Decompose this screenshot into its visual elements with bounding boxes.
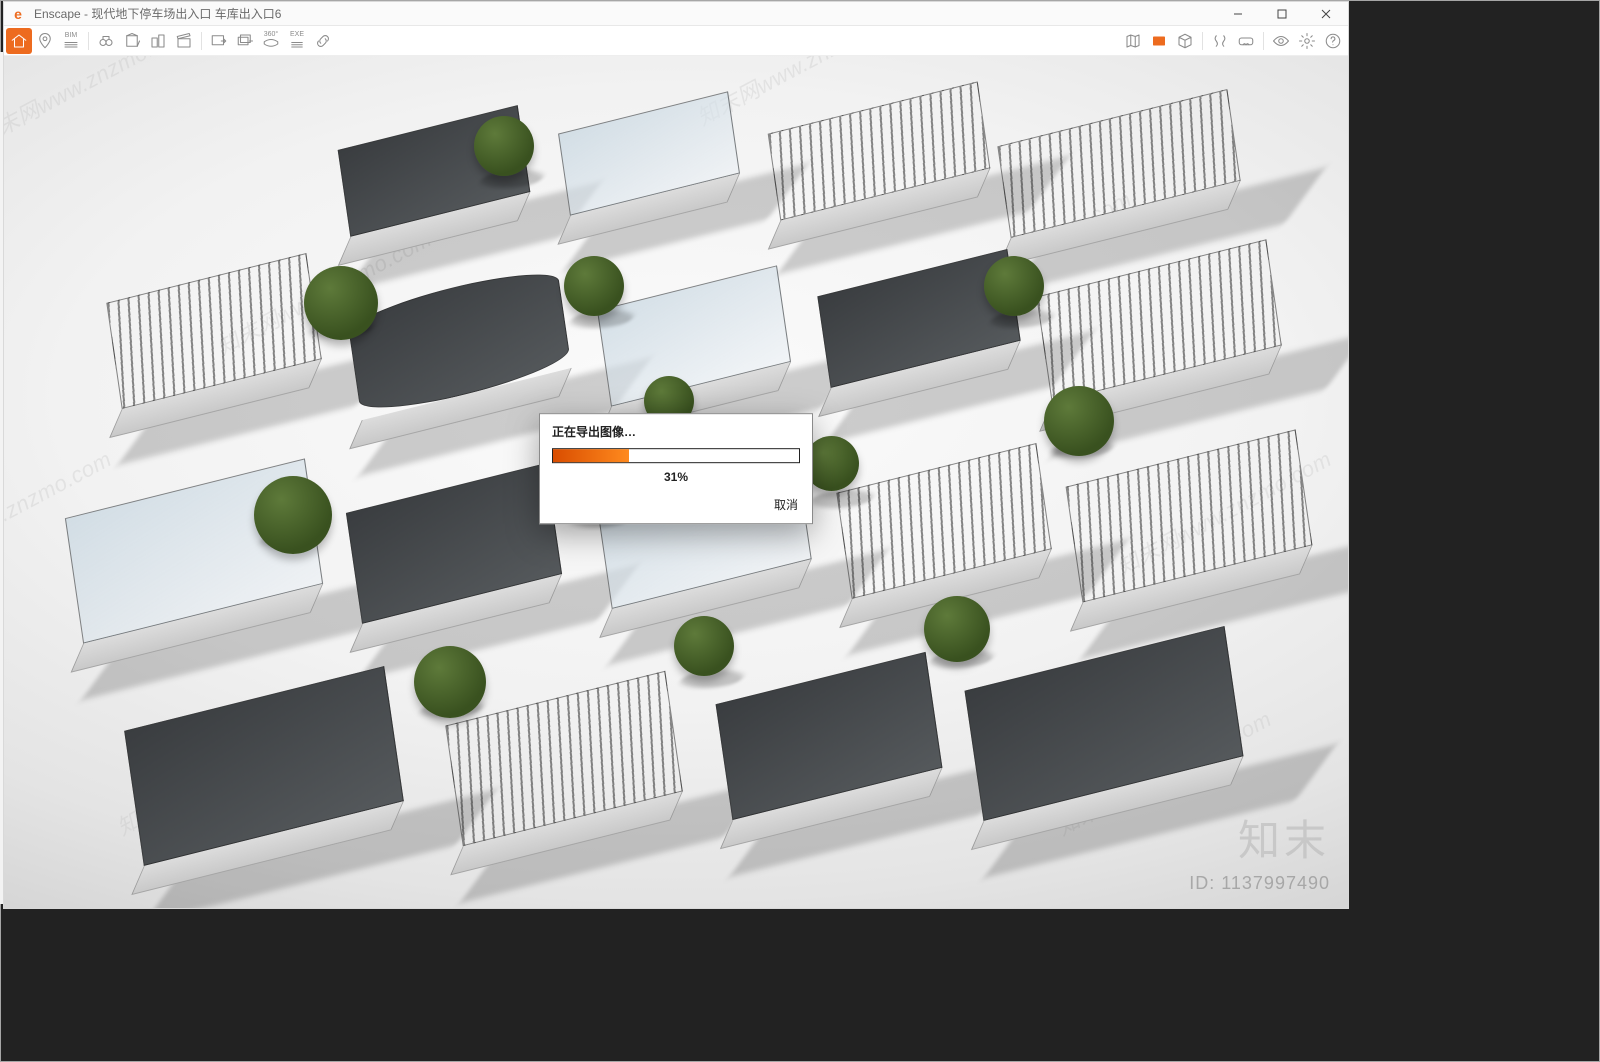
scene-tree [474, 116, 534, 176]
pano-icon[interactable]: 360° [258, 28, 284, 54]
scene-tree [924, 596, 990, 662]
toolbar-separator [201, 32, 202, 50]
toolbar-right-group [1120, 28, 1346, 54]
toolbar-separator [88, 32, 89, 50]
scene-structure [124, 666, 404, 866]
maximize-button[interactable] [1260, 2, 1304, 26]
clapper-icon[interactable] [171, 28, 197, 54]
help-icon[interactable] [1320, 28, 1346, 54]
close-button[interactable] [1304, 2, 1348, 26]
vr-icon[interactable] [1233, 28, 1259, 54]
link-icon[interactable] [310, 28, 336, 54]
export-dialog-title: 正在导出图像… [540, 414, 812, 446]
scene-structure [768, 81, 991, 220]
cancel-button[interactable]: 取消 [774, 496, 798, 513]
buildings-icon[interactable] [145, 28, 171, 54]
exe-icon-label: EXE [290, 31, 304, 38]
toolbar-left-group: BIM [6, 28, 336, 54]
scene-tree [1044, 386, 1114, 456]
safeframe-icon[interactable] [1146, 28, 1172, 54]
toolbar: BIM [4, 26, 1348, 56]
exe-icon[interactable]: EXE [284, 28, 310, 54]
progress-bar [552, 448, 800, 463]
pano-icon-label: 360° [264, 31, 278, 38]
gear-icon[interactable] [1294, 28, 1320, 54]
scene-structure [558, 91, 740, 215]
scene-tree [564, 256, 624, 316]
bim-icon[interactable]: BIM [58, 28, 84, 54]
scene-structure [836, 443, 1051, 599]
export-progress-dialog: 正在导出图像… 31% 取消 [539, 413, 813, 524]
scene-tree [304, 266, 378, 340]
scene-structure [597, 265, 791, 406]
binoculars-icon[interactable] [93, 28, 119, 54]
bim-icon-label: BIM [65, 32, 77, 39]
enscape-logo-icon: e [8, 4, 28, 24]
cube-icon[interactable] [1172, 28, 1198, 54]
compare-icon[interactable] [1207, 28, 1233, 54]
titlebar: e Enscape - 现代地下停车场出入口 车库出入口6 [4, 2, 1348, 26]
export-batch-icon[interactable] [232, 28, 258, 54]
scene-structure [997, 89, 1240, 238]
minimize-button[interactable] [1216, 2, 1260, 26]
home-icon[interactable] [6, 28, 32, 54]
toolbar-separator [1202, 32, 1203, 50]
scene-structure [965, 626, 1244, 821]
enscape-window: e Enscape - 现代地下停车场出入口 车库出入口6 [4, 2, 1348, 908]
scene-structure [346, 463, 562, 624]
toolbar-separator [1263, 32, 1264, 50]
scene-tree [414, 646, 486, 718]
eye-icon[interactable] [1268, 28, 1294, 54]
export-img-icon[interactable] [206, 28, 232, 54]
desktop-background: e Enscape - 现代地下停车场出入口 车库出入口6 [0, 0, 1600, 1062]
scene-tree [254, 476, 332, 554]
scene-structure [716, 652, 943, 820]
scene-tree [984, 256, 1044, 316]
layers-icon[interactable] [119, 28, 145, 54]
render-viewport[interactable]: 知末网www.znzmo.com 知末网www.znzmo.com 知末网www… [4, 56, 1348, 908]
scene-tree [674, 616, 734, 676]
pin-icon[interactable] [32, 28, 58, 54]
progress-bar-fill [553, 449, 629, 462]
map-icon[interactable] [1120, 28, 1146, 54]
scene-structure [346, 262, 571, 421]
progress-percent-label: 31% [540, 467, 812, 492]
window-title: Enscape - 现代地下停车场出入口 车库出入口6 [34, 5, 281, 22]
scene-structure [106, 253, 321, 409]
